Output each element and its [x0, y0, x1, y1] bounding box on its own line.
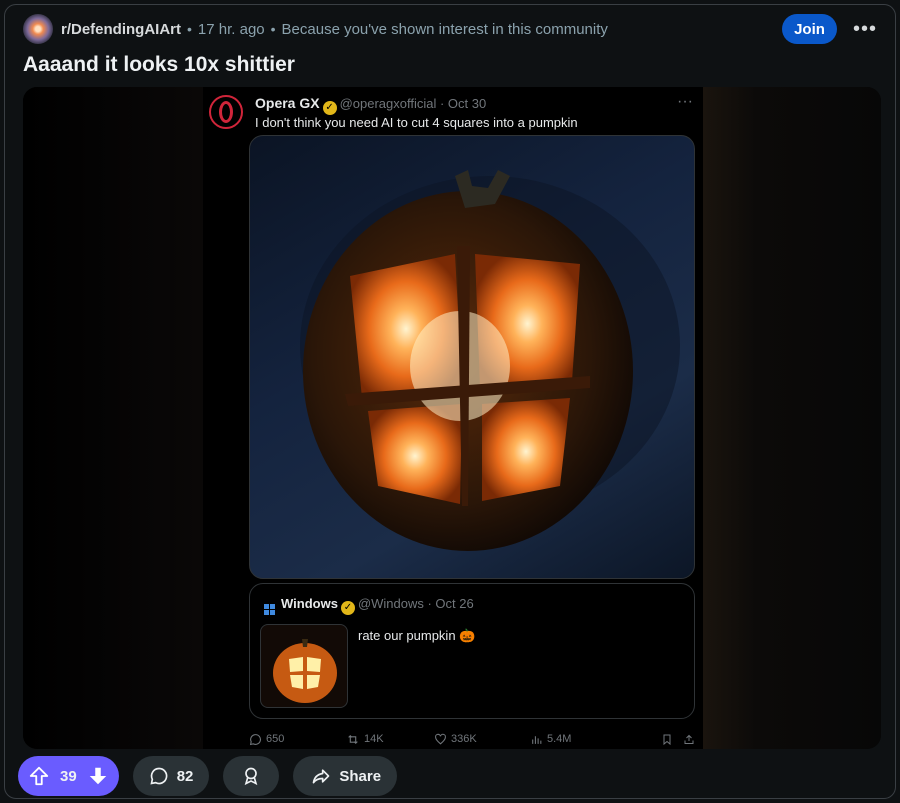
award-button[interactable]	[223, 756, 280, 796]
share-arrow-icon	[313, 769, 330, 784]
comment-count: 82	[176, 767, 194, 785]
tweet-handle: @operagxofficial · Oct 30	[339, 96, 487, 111]
tweet-stats-bar: 650 14K 336K 5.4M	[249, 731, 695, 747]
repost-count: 14K	[364, 733, 384, 745]
upvote-icon[interactable]	[28, 765, 50, 787]
bookmark-icon	[663, 734, 671, 745]
opera-logo-icon	[209, 95, 243, 129]
tweet-screenshot: Opera GX ✓ @operagxofficial · Oct 30 ··· I…	[203, 87, 703, 749]
verified-badge-icon: ✓	[340, 601, 355, 615]
award-icon	[245, 767, 258, 786]
tweet-author: Opera GX ✓ @operagxofficial · Oct 30	[255, 95, 486, 115]
separator-dot: •	[187, 21, 192, 37]
separator-dot: •	[270, 21, 276, 37]
join-button[interactable]: Join	[781, 14, 837, 44]
tweet-header: Opera GX ✓ @operagxofficial · Oct 30 ··· I…	[209, 93, 693, 130]
post-header: r/DefendingAIArt • 17 hr. ago • Because …	[23, 13, 877, 45]
pumpkin-image	[300, 170, 680, 551]
subreddit-name[interactable]: r/DefendingAIArt	[61, 21, 181, 38]
verified-badge-icon: ✓	[322, 101, 337, 115]
post-title[interactable]: Aaaand it looks 10x shittier	[23, 53, 295, 77]
pumpkin-photo	[249, 135, 695, 579]
vote-count: 39	[60, 767, 77, 785]
quoted-tweet-text: rate our pumpkin 🎃	[358, 628, 476, 643]
comment-icon	[150, 767, 168, 785]
post-action-bar: 39 82 Share	[18, 756, 398, 796]
quoted-tweet-header: Windows ✓ @Windows · Oct 26	[264, 596, 474, 615]
reply-count: 650	[266, 733, 285, 745]
downvote-icon[interactable]	[87, 765, 109, 787]
vote-control: 39	[18, 756, 119, 796]
media-backdrop-right	[703, 87, 881, 749]
share-upload-icon	[684, 734, 694, 744]
post-card[interactable]: r/DefendingAIArt • 17 hr. ago • Because …	[4, 4, 896, 799]
share-button[interactable]: Share	[293, 756, 398, 796]
windows-logo-icon	[264, 604, 275, 615]
like-count: 336K	[451, 733, 477, 745]
reply-icon	[249, 733, 261, 745]
subreddit-avatar[interactable]	[23, 14, 53, 44]
tweet-more-icon: ···	[677, 93, 693, 110]
comments-button[interactable]: 82	[132, 756, 210, 796]
tweet-text: I don't think you need AI to cut 4 squar…	[255, 115, 578, 130]
tweet-extra-actions	[661, 733, 695, 746]
tweet-replies: 650	[249, 733, 346, 746]
quoted-handle: @Windows · Oct 26	[357, 596, 474, 611]
quoted-author-name: Windows	[281, 596, 338, 611]
post-media[interactable]: Opera GX ✓ @operagxofficial · Oct 30 ··· I…	[23, 87, 881, 749]
heart-icon	[435, 733, 446, 745]
share-label: Share	[339, 767, 382, 785]
tweet-reposts: 14K	[346, 733, 434, 746]
media-backdrop-left	[23, 87, 223, 749]
tweet-author-name: Opera GX	[255, 95, 320, 111]
more-options-icon[interactable]: •••	[853, 19, 877, 39]
tweet-likes: 336K	[434, 733, 530, 746]
view-count: 5.4M	[547, 733, 572, 745]
quoted-pumpkin-thumbnail	[260, 624, 348, 708]
quoted-tweet: Windows ✓ @Windows · Oct 26 rate our pumpk…	[249, 583, 695, 719]
repost-icon	[348, 734, 358, 744]
views-chart-icon	[532, 735, 542, 744]
recommendation-reason: Because you've shown interest in this co…	[281, 20, 608, 38]
tweet-views: 5.4M	[530, 733, 635, 746]
post-age: 17 hr. ago	[197, 20, 265, 38]
